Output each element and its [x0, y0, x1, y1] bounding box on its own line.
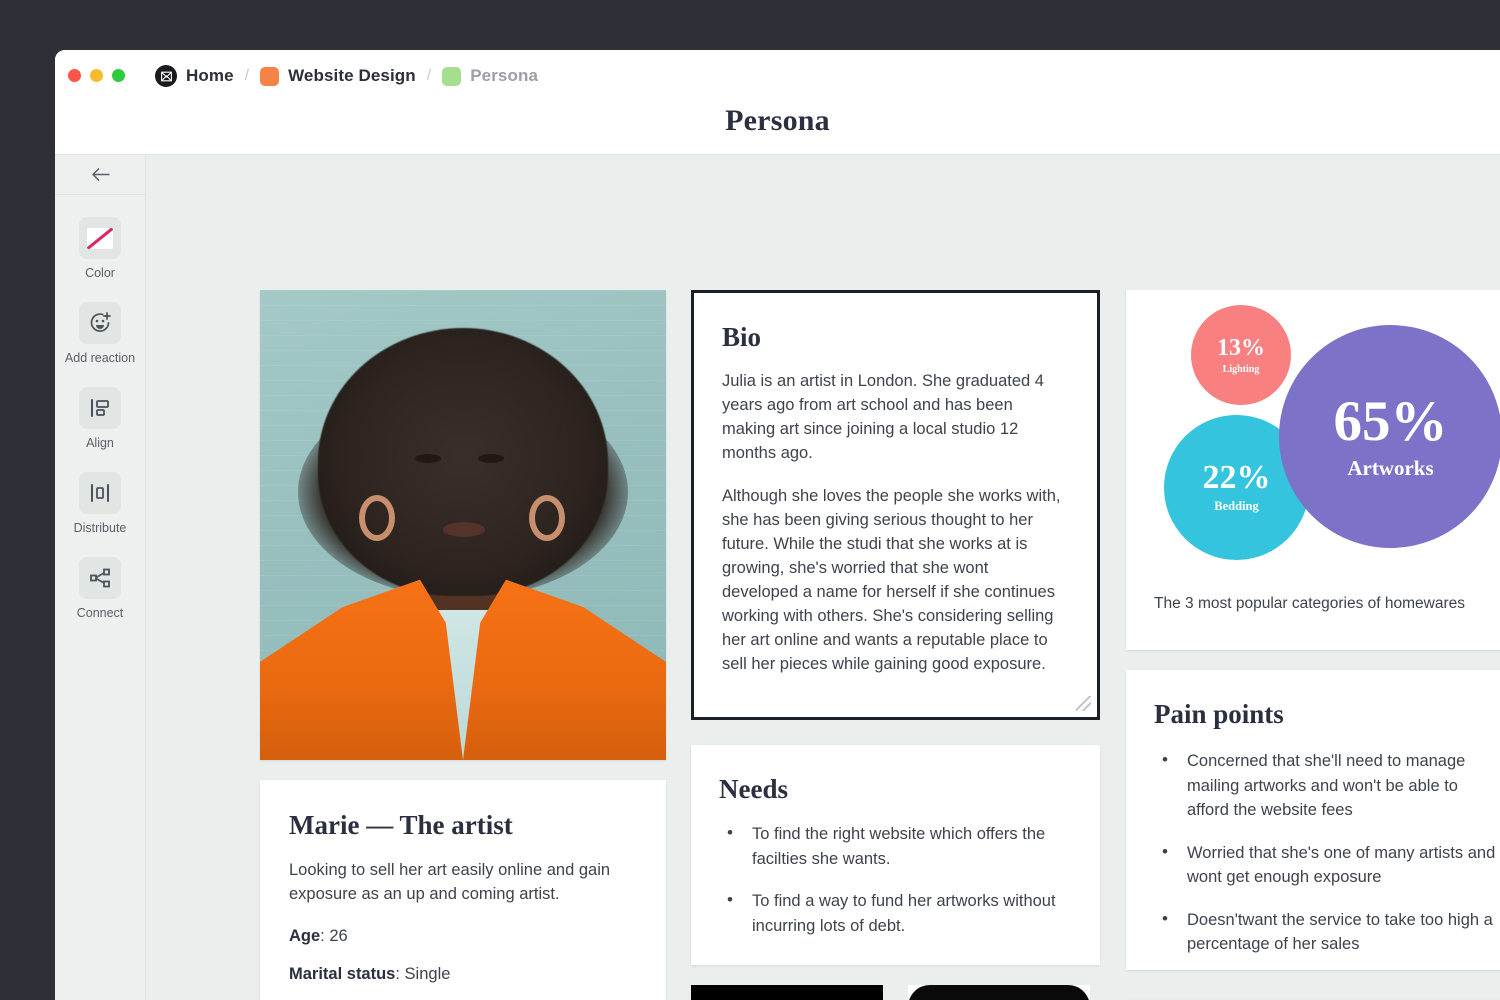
resize-handle-icon[interactable] — [1076, 696, 1091, 711]
breadcrumb-project-chip — [260, 66, 280, 86]
tool-color[interactable]: Color — [55, 217, 145, 280]
tool-align-label: Align — [86, 436, 114, 450]
needs-card[interactable]: Needs To find the right website which of… — [691, 745, 1100, 965]
add-reaction-icon — [79, 302, 121, 344]
list-item: Doesn'twant the service to take too high… — [1154, 907, 1500, 957]
tool-add-reaction-label: Add reaction — [64, 351, 136, 365]
color-swatch-icon — [79, 217, 121, 259]
bubble-lighting: 13% Lighting — [1191, 305, 1291, 405]
gloon-logo-tile[interactable]: Gloon — [908, 985, 1090, 1000]
fact-age-label: Age — [289, 927, 321, 945]
tool-connect-label: Connect — [76, 606, 124, 620]
app-window: Home / Website Design / Persona Persona … — [55, 50, 1500, 1000]
house-logo-tile[interactable] — [691, 985, 883, 1000]
bubble-artworks: 65% Artworks — [1279, 325, 1500, 548]
persona-name: Marie — The artist — [289, 810, 513, 840]
persona-summary-card[interactable]: Marie — The artist Looking to sell her a… — [260, 780, 666, 1000]
bio-card[interactable]: Bio Julia is an artist in London. She gr… — [691, 290, 1100, 720]
arrow-left-icon — [91, 168, 110, 181]
needs-title: Needs — [719, 774, 788, 804]
chart-caption: The 3 most popular categories of homewar… — [1154, 595, 1466, 612]
fact-marital-status-label: Marital status — [289, 965, 396, 983]
breadcrumb-separator-2: / — [426, 67, 432, 84]
breadcrumb-current[interactable]: Persona — [470, 66, 538, 86]
title-bar: Home / Website Design / Persona Persona — [55, 50, 1500, 155]
persona-photo-card[interactable] — [260, 290, 666, 760]
window-controls — [68, 69, 125, 82]
persona-summary-text: Looking to sell her art easily online an… — [289, 861, 611, 903]
connect-icon — [79, 557, 121, 599]
breadcrumb-current-chip — [442, 66, 462, 86]
pain-points-title: Pain points — [1154, 699, 1284, 729]
bubble-artworks-value: 65% — [1333, 389, 1448, 453]
homewares-chart-card[interactable]: 13% Lighting 22% Bedding 65% Artworks Th… — [1126, 290, 1500, 650]
breadcrumb-project[interactable]: Website Design — [288, 66, 416, 86]
bubble-chart: 13% Lighting 22% Bedding 65% Artworks — [1126, 290, 1500, 570]
bubble-bedding-value: 22% — [1202, 459, 1271, 496]
minimize-window-button[interactable] — [90, 69, 103, 82]
bio-paragraph-1: Julia is an artist in London. She gradua… — [722, 372, 1044, 462]
app-logo-icon[interactable] — [155, 65, 177, 87]
bio-paragraph-2: Although she loves the people she works … — [722, 487, 1061, 673]
breadcrumb-separator-1: / — [244, 67, 250, 84]
bubble-lighting-label: Lighting — [1222, 363, 1260, 375]
pain-points-card[interactable]: Pain points Concerned that she'll need t… — [1126, 670, 1500, 970]
page-title: Persona — [725, 104, 830, 137]
needs-list: To find the right website which offers t… — [719, 821, 1072, 938]
list-item: To find the right website which offers t… — [719, 821, 1072, 871]
fact-marital-status: Marital status: Single — [289, 965, 451, 983]
list-item: Worried that she's one of many artists a… — [1154, 840, 1500, 890]
fact-marital-status-value: Single — [404, 965, 451, 983]
fact-age-value: 26 — [329, 927, 348, 945]
back-button[interactable] — [55, 155, 145, 195]
bubble-bedding-label: Bedding — [1214, 499, 1259, 513]
list-item: To find a way to fund her artworks witho… — [719, 888, 1072, 938]
board-canvas[interactable]: Marie — The artist Looking to sell her a… — [146, 155, 1500, 1000]
maximize-window-button[interactable] — [112, 69, 125, 82]
bubble-artworks-label: Artworks — [1347, 455, 1434, 480]
list-item: Concerned that she'll need to manage mai… — [1154, 748, 1500, 823]
tool-distribute-label: Distribute — [73, 521, 127, 535]
tool-rail: Color Add reaction Align Distribute Conn… — [55, 155, 146, 1000]
tool-color-label: Color — [85, 266, 115, 280]
breadcrumb: Home / Website Design / Persona — [155, 64, 538, 88]
breadcrumb-home[interactable]: Home — [186, 66, 234, 86]
close-window-button[interactable] — [68, 69, 81, 82]
tool-align[interactable]: Align — [55, 387, 145, 450]
tool-add-reaction[interactable]: Add reaction — [55, 302, 145, 365]
distribute-icon — [79, 472, 121, 514]
house-logo-icon — [691, 985, 883, 1000]
tool-distribute[interactable]: Distribute — [55, 472, 145, 535]
fact-age: Age: 26 — [289, 927, 348, 945]
persona-portrait-image — [260, 290, 666, 760]
pain-points-list: Concerned that she'll need to manage mai… — [1154, 748, 1500, 957]
bio-title: Bio — [722, 322, 762, 352]
align-icon — [79, 387, 121, 429]
tool-connect[interactable]: Connect — [55, 557, 145, 620]
bubble-lighting-value: 13% — [1217, 334, 1265, 361]
